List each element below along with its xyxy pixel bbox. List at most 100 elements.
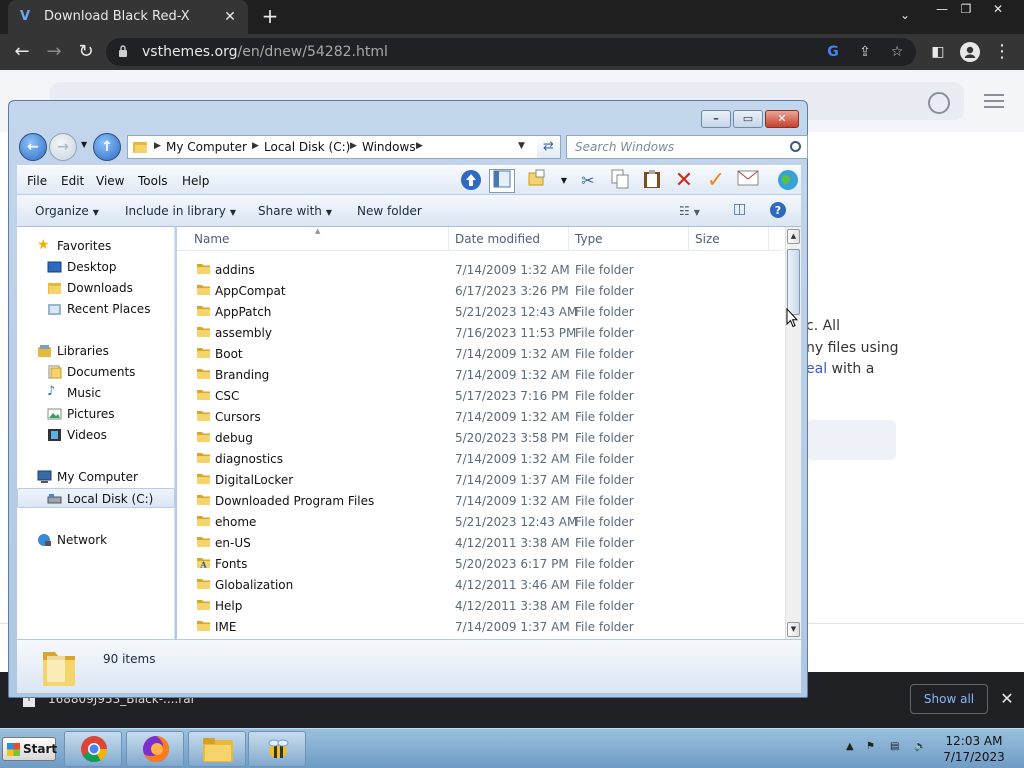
folders-pane-icon[interactable]	[489, 169, 515, 193]
action-center-flag-icon[interactable]: ⚑	[866, 741, 875, 752]
address-breadcrumb[interactable]: ▶ My Computer ▶ Local Disk (C:) ▶ Window…	[127, 135, 547, 159]
column-divider[interactable]	[688, 227, 689, 251]
nav-network[interactable]: Network	[17, 530, 175, 550]
menu-tools[interactable]: Tools	[138, 174, 168, 188]
show-hidden-icons-icon[interactable]: ▲	[846, 741, 854, 752]
table-row[interactable]: debug 5/20/2023 3:58 PM File folder	[177, 427, 781, 448]
table-row[interactable]: Downloaded Program Files 7/14/2009 1:32 A…	[177, 490, 781, 511]
restore-window-icon[interactable]: ❐	[952, 0, 980, 18]
browser-tab[interactable]: V Download Black Red-X ✕	[8, 0, 248, 34]
table-row[interactable]: en-US 4/12/2011 3:38 AM File folder	[177, 532, 781, 553]
column-divider[interactable]	[448, 227, 449, 251]
help-icon[interactable]: ?	[769, 201, 787, 222]
table-row[interactable]: Globalization 4/12/2011 3:46 AM File folde…	[177, 574, 781, 595]
nav-downloads[interactable]: Downloads	[17, 278, 175, 298]
close-window-icon[interactable]: ✕	[984, 0, 1012, 18]
table-row[interactable]: addins 7/14/2009 1:32 AM File folder	[177, 259, 781, 280]
menu-view[interactable]: View	[96, 174, 124, 188]
change-view-icon[interactable]: ☷ ▼	[679, 204, 700, 218]
breadcrumb-arrow-icon[interactable]: ▶	[350, 141, 357, 151]
nav-favorites[interactable]: ★ Favorites	[17, 236, 175, 256]
network-icon[interactable]: ▤	[890, 741, 899, 752]
close-button[interactable]: ✕	[765, 110, 799, 128]
breadcrumb-arrow-icon[interactable]: ▶	[252, 141, 259, 151]
properties-check-icon[interactable]: ✓	[703, 169, 729, 193]
nav-desktop[interactable]: Desktop	[17, 257, 175, 277]
cut-icon[interactable]: ✂	[575, 169, 601, 193]
views-icon[interactable]	[525, 169, 551, 193]
copy-icon[interactable]	[607, 169, 633, 193]
column-date-modified[interactable]: Date modified	[455, 232, 540, 246]
breadcrumb-arrow-icon[interactable]: ▶	[154, 141, 161, 151]
table-row[interactable]: Boot 7/14/2009 1:32 AM File folder	[177, 343, 781, 364]
breadcrumb-arrow-icon[interactable]: ▶	[416, 141, 423, 151]
share-with-button[interactable]: Share with ▼	[258, 204, 332, 218]
include-in-library-button[interactable]: Include in library ▼	[125, 204, 236, 218]
start-button[interactable]: Start	[2, 737, 57, 761]
table-row[interactable]: CSC 5/17/2023 7:16 PM File folder	[177, 385, 781, 406]
delete-x-icon[interactable]: ✕	[671, 169, 697, 193]
search-input[interactable]: Search Windows	[566, 135, 808, 159]
nav-local-disk[interactable]: Local Disk (C:)	[17, 488, 175, 508]
column-divider[interactable]	[768, 227, 769, 251]
new-tab-plus-icon[interactable]: +	[258, 6, 282, 28]
recent-pages-chevron-icon[interactable]: ▼	[81, 140, 87, 149]
close-downloads-bar-icon[interactable]: ✕	[998, 690, 1016, 708]
scroll-up-arrow-icon[interactable]: ▲	[787, 229, 800, 244]
nav-libraries[interactable]: Libraries	[17, 341, 175, 361]
forward-arrow-icon[interactable]: →	[42, 40, 66, 64]
menu-edit[interactable]: Edit	[61, 174, 84, 188]
minimize-button[interactable]: –	[701, 110, 731, 128]
address-history-chevron-icon[interactable]: ▼	[518, 141, 525, 151]
table-row[interactable]: DigitalLocker 7/14/2009 1:37 AM File folde…	[177, 469, 781, 490]
nav-videos[interactable]: Videos	[17, 425, 175, 445]
address-bar[interactable]: vsthemes.org/en/dnew/54282.html G ⇪ ☆	[106, 38, 916, 66]
table-row[interactable]: IME 7/14/2009 1:37 AM File folder	[177, 616, 781, 637]
bookmark-star-icon[interactable]: ☆	[888, 43, 906, 61]
table-row[interactable]: ehome 5/21/2023 12:43 AM File folder	[177, 511, 781, 532]
taskbar-explorer[interactable]	[188, 731, 246, 767]
table-row[interactable]: AppPatch 5/21/2023 12:43 AM File folder	[177, 301, 781, 322]
organize-button[interactable]: Organize ▼	[35, 204, 99, 218]
breadcrumb-my-computer[interactable]: My Computer	[166, 140, 247, 154]
share-icon[interactable]: ⇪	[856, 43, 874, 61]
table-row[interactable]: Help 4/12/2011 3:38 AM File folder	[177, 595, 781, 616]
profile-avatar-icon[interactable]	[958, 40, 982, 64]
globe-icon[interactable]	[775, 169, 801, 193]
nav-music[interactable]: ♪ Music	[17, 383, 175, 403]
taskbar-chrome[interactable]	[64, 731, 122, 767]
menu-help[interactable]: Help	[182, 174, 209, 188]
new-folder-button[interactable]: New folder	[357, 204, 422, 218]
preview-pane-icon[interactable]: ◫	[733, 201, 746, 217]
nav-documents[interactable]: Documents	[17, 362, 175, 382]
forward-button-icon[interactable]: →	[49, 133, 77, 161]
tab-close-icon[interactable]: ✕	[220, 7, 240, 27]
menu-file[interactable]: File	[27, 174, 47, 188]
taskbar-firefox[interactable]	[126, 731, 184, 767]
column-name[interactable]: Name	[194, 232, 229, 246]
nav-pictures[interactable]: Pictures	[17, 404, 175, 424]
table-row[interactable]: AppCompat 6/17/2023 3:26 PM File folder	[177, 280, 781, 301]
site-hamburger-icon[interactable]	[984, 94, 1004, 96]
volume-icon[interactable]: 🔈	[914, 741, 926, 752]
google-icon[interactable]: G	[824, 43, 842, 61]
reload-icon[interactable]: ↻	[74, 40, 98, 64]
vertical-scrollbar[interactable]: ▲ ▼	[785, 227, 801, 639]
page-link[interactable]: eal	[806, 361, 827, 377]
table-row[interactable]: assembly 7/16/2023 11:53 PM File folder	[177, 322, 781, 343]
back-arrow-icon[interactable]: ←	[10, 40, 34, 64]
email-icon[interactable]	[735, 169, 761, 193]
taskbar-app[interactable]	[248, 731, 306, 767]
column-type[interactable]: Type	[575, 232, 603, 246]
side-panel-icon[interactable]: ◧	[926, 40, 950, 64]
column-size[interactable]: Size	[695, 232, 720, 246]
up-toolbar-icon[interactable]	[458, 169, 484, 193]
table-row[interactable]: diagnostics 7/14/2009 1:32 AM File folder	[177, 448, 781, 469]
column-divider[interactable]	[568, 227, 569, 251]
views-chevron-icon[interactable]: ▼	[551, 169, 577, 193]
search-icon[interactable]	[790, 141, 801, 152]
breadcrumb-windows[interactable]: Windows	[362, 140, 416, 154]
back-button-icon[interactable]: ←	[19, 133, 47, 161]
scroll-down-arrow-icon[interactable]: ▼	[787, 622, 800, 637]
site-search-icon[interactable]	[928, 92, 950, 114]
